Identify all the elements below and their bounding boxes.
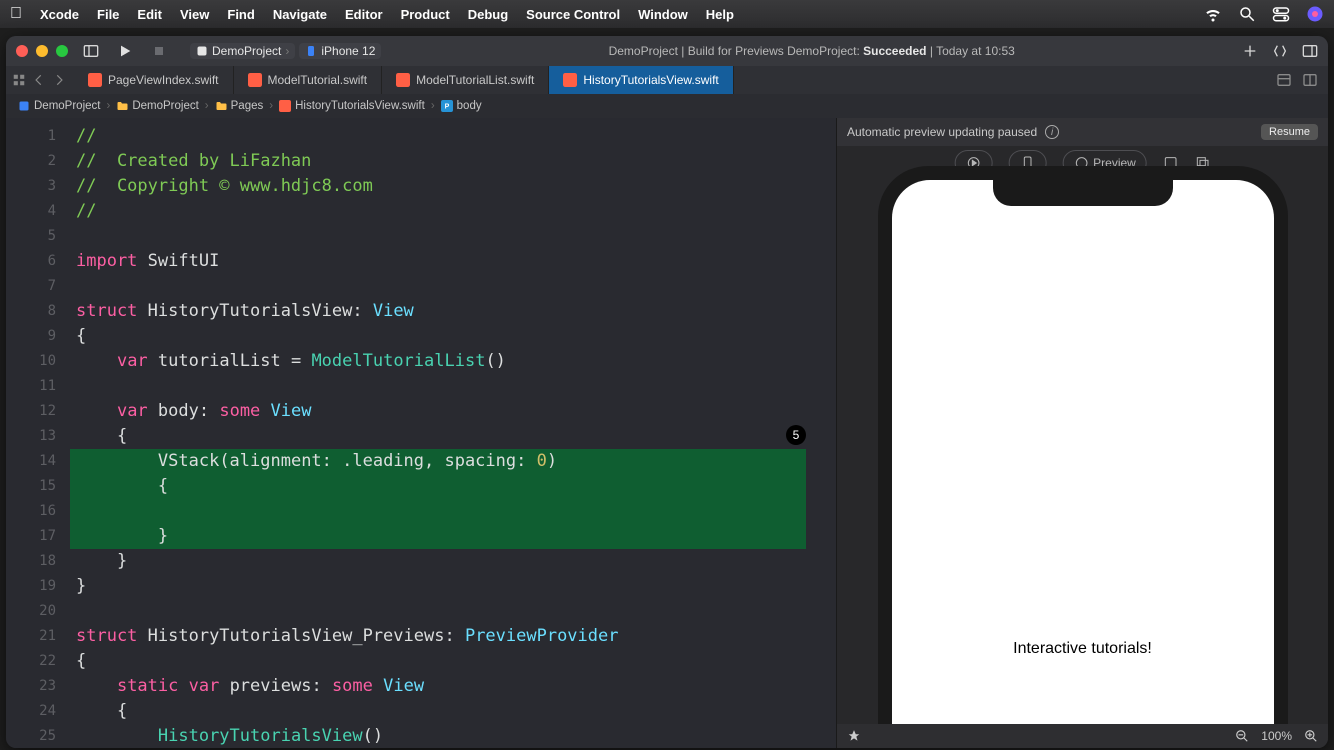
zoom-in-icon[interactable] xyxy=(1304,729,1318,743)
menu-view[interactable]: View xyxy=(180,7,209,22)
apple-icon[interactable]:  xyxy=(10,5,22,23)
inspector-toggle-button[interactable] xyxy=(1302,43,1318,59)
scheme-selector[interactable]: DemoProject› iPhone 12 xyxy=(190,43,381,59)
tab-label: ModelTutorial.swift xyxy=(268,73,368,87)
menu-debug[interactable]: Debug xyxy=(468,7,508,22)
adjust-editor-icon[interactable] xyxy=(1276,72,1292,88)
maximize-button[interactable] xyxy=(56,45,68,57)
menu-window[interactable]: Window xyxy=(638,7,688,22)
status-result: Succeeded xyxy=(863,44,926,58)
traffic-lights xyxy=(16,45,68,57)
svg-text:P: P xyxy=(444,104,449,111)
add-editor-icon[interactable] xyxy=(1302,72,1318,88)
stop-button[interactable] xyxy=(148,40,170,62)
crumb-symbol-body[interactable]: Pbody xyxy=(437,100,486,112)
code-editor[interactable]: 5 12345678910111213141516171819202122232… xyxy=(6,118,836,748)
pin-preview-icon[interactable] xyxy=(847,729,861,743)
resume-button[interactable]: Resume xyxy=(1261,124,1318,140)
menu-help[interactable]: Help xyxy=(706,7,734,22)
device-frame: Interactive tutorials! xyxy=(878,166,1288,724)
jumpbar[interactable]: DemoProject› DemoProject› Pages› History… xyxy=(6,94,1328,118)
editor-split: 5 12345678910111213141516171819202122232… xyxy=(6,118,1328,748)
back-button[interactable] xyxy=(32,73,46,87)
tab-modeltutoriallist[interactable]: ModelTutorialList.swift xyxy=(382,66,549,94)
forward-button[interactable] xyxy=(52,73,66,87)
editor-tabbar: PageViewIndex.swift ModelTutorial.swift … xyxy=(6,66,1328,94)
device-notch xyxy=(993,180,1173,206)
spotlight-icon[interactable] xyxy=(1238,5,1256,23)
xcode-window: DemoProject› iPhone 12 DemoProject | Bui… xyxy=(6,36,1328,748)
menu-file[interactable]: File xyxy=(97,7,119,22)
scheme-device-label: iPhone 12 xyxy=(321,44,375,58)
code-content[interactable]: // // Created by LiFazhan // Copyright ©… xyxy=(76,124,836,748)
zoom-level[interactable]: 100% xyxy=(1261,729,1292,743)
tab-modeltutorial[interactable]: ModelTutorial.swift xyxy=(234,66,383,94)
menu-editor[interactable]: Editor xyxy=(345,7,383,22)
navigator-toggle-button[interactable] xyxy=(80,40,102,62)
status-suffix: | Today at 10:53 xyxy=(930,44,1015,58)
add-button[interactable] xyxy=(1242,43,1258,59)
macos-menubar:  Xcode File Edit View Find Navigate Edi… xyxy=(0,0,1334,28)
close-button[interactable] xyxy=(16,45,28,57)
preview-banner: Automatic preview updating paused i Resu… xyxy=(837,118,1328,146)
wifi-icon[interactable] xyxy=(1204,5,1222,23)
preview-paused-label: Automatic preview updating paused xyxy=(847,125,1037,139)
menubar-app-name[interactable]: Xcode xyxy=(40,7,79,22)
info-icon[interactable]: i xyxy=(1045,125,1059,139)
tab-historytutorialsview[interactable]: HistoryTutorialsView.swift xyxy=(549,66,733,94)
minimize-button[interactable] xyxy=(36,45,48,57)
related-items-icon[interactable] xyxy=(12,73,26,87)
device-screen: Interactive tutorials! xyxy=(892,180,1274,724)
run-button[interactable] xyxy=(114,40,136,62)
scheme-project-label: DemoProject xyxy=(212,44,281,58)
crumb-file[interactable]: HistoryTutorialsView.swift xyxy=(275,100,429,112)
siri-icon[interactable] xyxy=(1306,5,1324,23)
canvas-preview-pane: Automatic preview updating paused i Resu… xyxy=(836,118,1328,748)
window-titlebar: DemoProject› iPhone 12 DemoProject | Bui… xyxy=(6,36,1328,66)
tab-label: HistoryTutorialsView.swift xyxy=(583,73,718,87)
library-button[interactable] xyxy=(1272,43,1288,59)
control-center-icon[interactable] xyxy=(1272,5,1290,23)
menu-edit[interactable]: Edit xyxy=(137,7,162,22)
tab-label: ModelTutorialList.swift xyxy=(416,73,534,87)
crumb-project[interactable]: DemoProject xyxy=(14,100,104,112)
menu-find[interactable]: Find xyxy=(227,7,254,22)
status-prefix: DemoProject | Build for Previews DemoPro… xyxy=(609,44,860,58)
preview-settings-icon[interactable] xyxy=(873,729,887,743)
crumb-folder-pages[interactable]: Pages xyxy=(211,100,268,112)
menu-navigate[interactable]: Navigate xyxy=(273,7,327,22)
zoom-out-icon[interactable] xyxy=(1235,729,1249,743)
line-gutter: 1234567891011121314151617181920212223242… xyxy=(6,124,70,748)
editor-options-icon[interactable] xyxy=(1250,72,1266,88)
crumb-folder-demoproject[interactable]: DemoProject xyxy=(112,100,202,112)
preview-text: Interactive tutorials! xyxy=(892,640,1274,658)
menu-product[interactable]: Product xyxy=(401,7,450,22)
activity-status: DemoProject | Build for Previews DemoPro… xyxy=(393,44,1230,58)
menu-source-control[interactable]: Source Control xyxy=(526,7,620,22)
preview-footer: 100% xyxy=(837,724,1328,748)
tab-label: PageViewIndex.swift xyxy=(108,73,219,87)
preview-canvas[interactable]: Preview Interactive tutorials! xyxy=(837,146,1328,724)
tab-pageviewindex[interactable]: PageViewIndex.swift xyxy=(74,66,234,94)
